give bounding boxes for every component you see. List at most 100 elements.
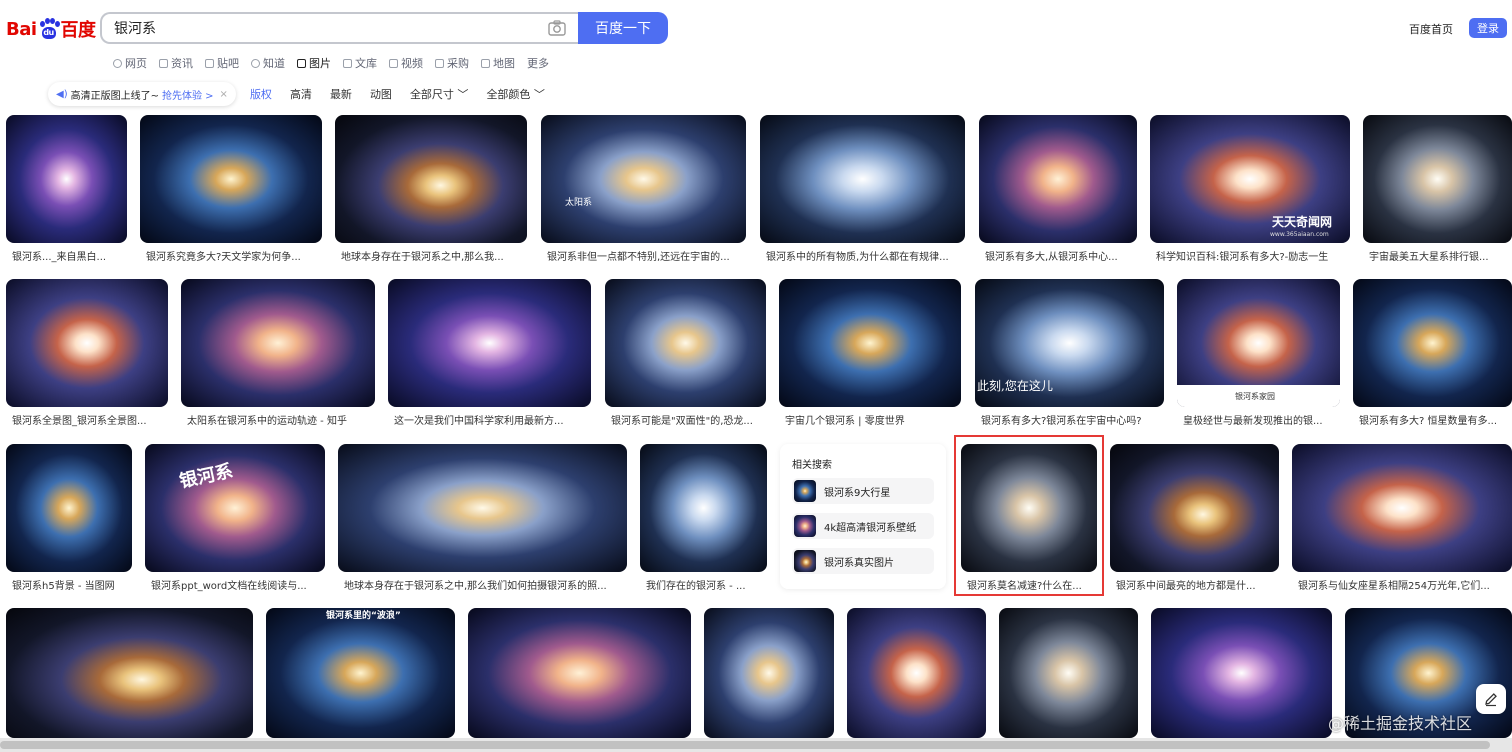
result-image[interactable] [779, 279, 961, 407]
image-overlay-label: 天天奇闻网 [1272, 215, 1333, 229]
edit-button[interactable] [1476, 684, 1506, 714]
image-caption[interactable]: 银河系ppt_word文档在线阅读与... [151, 577, 325, 592]
related-search-item[interactable]: 4k超高清银河系壁纸 [792, 513, 934, 539]
result-image[interactable] [1110, 444, 1279, 572]
related-search-label: 银河系真实图片 [824, 557, 894, 569]
result-image[interactable]: 太阳系 [541, 115, 746, 243]
result-image[interactable] [6, 608, 253, 738]
image-result[interactable]: 银河系与仙女座星系相隔254万光年,它们... [1292, 444, 1512, 592]
image-result[interactable]: 宇宙几个银河系 | 零度世界 [779, 279, 961, 427]
image-caption[interactable]: 银河系与仙女座星系相隔254万光年,它们... [1298, 577, 1512, 592]
related-searches-panel: 相关搜索 银河系9大行星 4k超高清银河系壁纸 银河系真实图片 [780, 444, 946, 589]
image-result[interactable] [704, 608, 834, 738]
result-image[interactable] [1353, 279, 1512, 407]
image-result[interactable]: 银河系可能是"双面性"的,恐龙... [605, 279, 766, 427]
result-image[interactable] [181, 279, 375, 407]
image-result[interactable]: 银河系中的所有物质,为什么都在有规律... [760, 115, 965, 263]
image-caption[interactable]: 银河系中的所有物质,为什么都在有规律... [766, 248, 965, 263]
result-image[interactable] [338, 444, 627, 572]
result-image[interactable] [760, 115, 965, 243]
image-result[interactable]: 银河系究竟多大?天文学家为何争... [140, 115, 322, 263]
result-image[interactable] [468, 608, 691, 738]
result-image[interactable]: 银河系家园 [1177, 279, 1340, 407]
image-result[interactable]: 银河系里的“波浪” [266, 608, 455, 738]
watermark: @稀土掘金技术社区 [1328, 714, 1473, 733]
related-search-label: 4k超高清银河系壁纸 [824, 522, 917, 534]
image-caption[interactable]: 地球本身存在于银河系之中,那么我... [341, 248, 527, 263]
image-result[interactable]: 银河系..._来自黑白... [6, 115, 128, 263]
image-caption[interactable]: 皇极经世与最新发现推出的银... [1183, 412, 1340, 427]
image-caption[interactable]: 银河系有多大?银河系在宇宙中心吗? [981, 412, 1164, 427]
image-caption[interactable]: 银河系中间最亮的地方都是什... [1116, 577, 1279, 592]
image-caption[interactable]: 太阳系在银河系中的运动轨迹 - 知乎 [187, 412, 375, 427]
related-search-item[interactable]: 银河系9大行星 [792, 478, 934, 504]
image-result[interactable] [1151, 608, 1332, 738]
image-overlay-label: 银河系里的“波浪” [326, 611, 401, 621]
image-caption[interactable]: 银河系有多大,从银河系中心... [985, 248, 1137, 263]
image-caption[interactable]: 地球本身存在于银河系之中,那么我们如何拍摄银河系的照... [344, 577, 627, 592]
image-result[interactable] [468, 608, 691, 738]
image-result[interactable]: 银河系有多大? 恒星数量有多... [1353, 279, 1512, 427]
selection-highlight [954, 435, 1104, 596]
result-image[interactable] [979, 115, 1137, 243]
image-caption[interactable]: 宇宙几个银河系 | 零度世界 [785, 412, 961, 427]
result-image[interactable] [1292, 444, 1512, 572]
image-overlay-label: 银河系家园 [1235, 392, 1275, 401]
result-image[interactable]: 天天奇闻网 www.365aiaan.com [1150, 115, 1350, 243]
result-image[interactable]: 此刻,您在这儿 [975, 279, 1164, 407]
image-result[interactable] [6, 608, 253, 738]
image-caption[interactable]: 银河系究竟多大?天文学家为何争... [146, 248, 322, 263]
image-result[interactable] [847, 608, 986, 738]
result-image[interactable] [847, 608, 986, 738]
image-caption[interactable]: 宇宙最美五大星系排行银... [1369, 248, 1512, 263]
result-image[interactable] [140, 115, 322, 243]
image-caption[interactable]: 银河系非但一点都不特别,还远在宇宙的... [547, 248, 746, 263]
result-image[interactable] [335, 115, 527, 243]
image-caption[interactable]: 科学知识百科:银河系有多大?-励志一生 [1156, 248, 1350, 263]
image-result[interactable]: 天天奇闻网 www.365aiaan.com 科学知识百科:银河系有多大?-励志… [1150, 115, 1350, 263]
result-image[interactable] [605, 279, 766, 407]
result-image[interactable] [704, 608, 834, 738]
image-result[interactable]: 银河系有多大,从银河系中心... [979, 115, 1137, 263]
image-caption[interactable]: 银河系全景图_银河系全景图... [12, 412, 168, 427]
image-caption[interactable]: 银河系..._来自黑白... [12, 248, 128, 263]
image-result[interactable]: 银河系家园 皇极经世与最新发现推出的银... [1177, 279, 1340, 427]
result-image[interactable] [640, 444, 767, 572]
result-image[interactable] [999, 608, 1138, 738]
scrollbar-thumb[interactable] [0, 741, 1490, 749]
image-overlay-label: 太阳系 [565, 198, 593, 208]
image-result[interactable]: 银河系全景图_银河系全景图... [6, 279, 168, 427]
horizontal-scrollbar[interactable] [0, 738, 1512, 752]
image-caption[interactable]: 银河系h5背景 - 当图网 [12, 577, 132, 592]
image-result[interactable]: 太阳系在银河系中的运动轨迹 - 知乎 [181, 279, 375, 427]
image-result[interactable]: 宇宙最美五大星系排行银... [1363, 115, 1512, 263]
image-caption[interactable]: 我们存在的银河系 - ... [646, 577, 767, 592]
image-results-grid: 银河系..._来自黑白... 银河系究竟多大?天文学家为何争... 地球本身存在… [0, 0, 1512, 752]
image-result[interactable]: 此刻,您在这儿 银河系有多大?银河系在宇宙中心吗? [975, 279, 1164, 427]
related-search-item[interactable]: 银河系真实图片 [792, 548, 934, 574]
image-result[interactable]: 地球本身存在于银河系之中,那么我... [335, 115, 527, 263]
image-result[interactable]: 我们存在的银河系 - ... [640, 444, 767, 592]
image-result[interactable]: 地球本身存在于银河系之中,那么我们如何拍摄银河系的照... [338, 444, 627, 592]
image-result[interactable] [999, 608, 1138, 738]
result-image[interactable] [6, 444, 132, 572]
image-result[interactable]: 银河系 银河系ppt_word文档在线阅读与... [145, 444, 325, 592]
image-caption[interactable]: 银河系有多大? 恒星数量有多... [1359, 412, 1512, 427]
image-result[interactable]: 太阳系 银河系非但一点都不特别,还远在宇宙的... [541, 115, 746, 263]
image-caption[interactable]: 这一次是我们中国科学家利用最新方... [394, 412, 591, 427]
image-overlay-label: 此刻,您在这儿 [977, 379, 1053, 393]
image-result[interactable]: 银河系h5背景 - 当图网 [6, 444, 132, 592]
image-overlay-label: www.365aiaan.com [1270, 231, 1329, 238]
image-caption[interactable]: 银河系可能是"双面性"的,恐龙... [611, 412, 766, 427]
result-image[interactable] [388, 279, 591, 407]
image-result[interactable]: 银河系中间最亮的地方都是什... [1110, 444, 1279, 592]
result-image[interactable] [1363, 115, 1512, 243]
related-search-label: 银河系9大行星 [824, 487, 891, 499]
related-thumbnail [794, 550, 816, 572]
result-image[interactable] [6, 115, 127, 243]
result-image[interactable] [1151, 608, 1332, 738]
result-image[interactable] [6, 279, 168, 407]
result-image[interactable]: 银河系 [145, 444, 325, 572]
image-result[interactable]: 这一次是我们中国科学家利用最新方... [388, 279, 591, 427]
result-image[interactable]: 银河系里的“波浪” [266, 608, 455, 738]
